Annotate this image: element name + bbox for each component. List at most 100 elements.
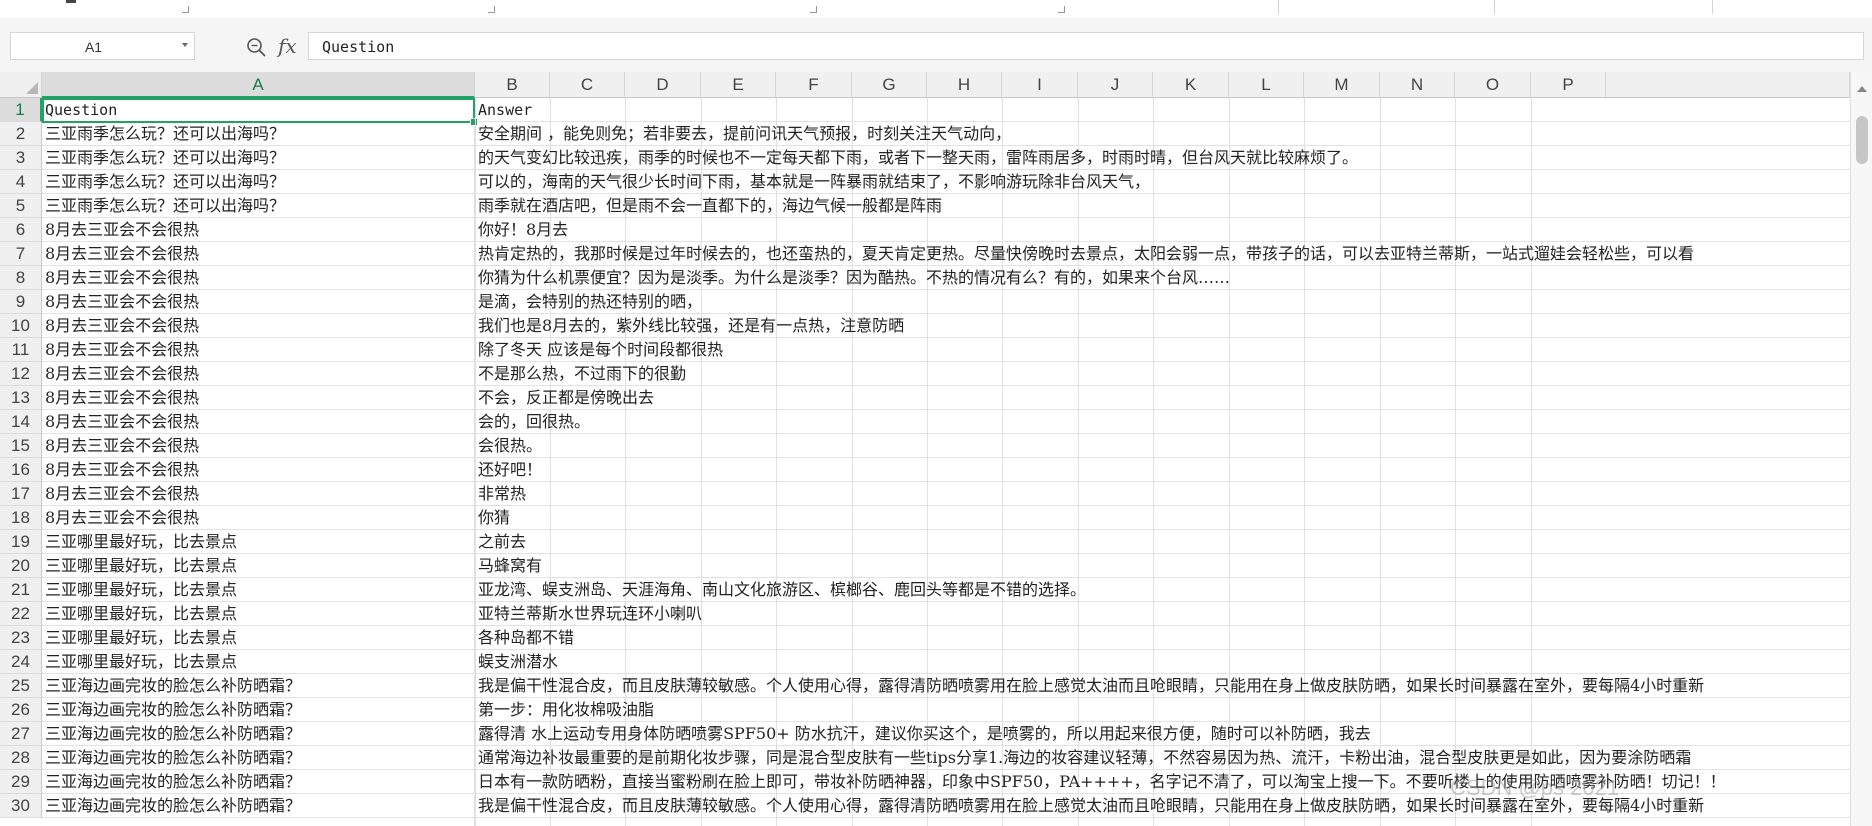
fx-icon[interactable]: fx	[278, 34, 297, 58]
cell-answer[interactable]: 的天气变幻比较迅疾，雨季的时候也不一定每天都下雨，或者下一整天雨，雷阵雨居多，时…	[475, 146, 1850, 170]
cell-question[interactable]: 三亚哪里最好玩，比去景点	[42, 530, 474, 554]
cell-answer[interactable]: 不是那么热，不过雨下的很勤	[475, 362, 1850, 386]
cell-answer[interactable]: 还好吧！	[475, 458, 1850, 482]
cell-answer[interactable]: 除了冬天 应该是每个时间段都很热	[475, 338, 1850, 362]
column-header-k[interactable]: K	[1153, 72, 1229, 98]
cell-question[interactable]: 8月去三亚会不会很热	[42, 362, 474, 386]
row-header[interactable]: 15	[0, 434, 42, 458]
cell-answer[interactable]: 你猜	[475, 506, 1850, 530]
cell-question[interactable]: 8月去三亚会不会很热	[42, 386, 474, 410]
row-header[interactable]: 1	[0, 98, 42, 122]
row-header[interactable]: 12	[0, 362, 42, 386]
row-header[interactable]: 7	[0, 242, 42, 266]
column-header-l[interactable]: L	[1229, 72, 1304, 98]
cell-answer[interactable]: 日本有一款防晒粉，直接当蜜粉刷在脸上即可，带妆补防晒神器，印象中SPF50，PA…	[475, 770, 1850, 794]
row-header[interactable]: 28	[0, 746, 42, 770]
cell-answer[interactable]: 是滴，会特别的热还特别的晒，	[475, 290, 1850, 314]
cell-question[interactable]: 三亚海边画完妆的脸怎么补防晒霜？	[42, 746, 474, 770]
row-header[interactable]: 14	[0, 410, 42, 434]
cell-answer[interactable]: 可以的，海南的天气很少长时间下雨，基本就是一阵暴雨就结束了，不影响游玩除非台风天…	[475, 170, 1850, 194]
formula-input[interactable]: Question	[308, 32, 1864, 60]
dialog-launcher-icon[interactable]	[182, 6, 189, 13]
cell-answer[interactable]: 第一步：用化妆棉吸油脂	[475, 698, 1850, 722]
row-header[interactable]: 25	[0, 674, 42, 698]
row-header[interactable]: 20	[0, 554, 42, 578]
cell-question[interactable]: 三亚哪里最好玩，比去景点	[42, 650, 474, 674]
cell-answer[interactable]: 亚龙湾、蜈支洲岛、天涯海角、南山文化旅游区、槟榔谷、鹿回头等都是不错的选择。	[475, 578, 1850, 602]
cell-question[interactable]: 8月去三亚会不会很热	[42, 434, 474, 458]
cell-answer[interactable]: 各种岛都不错	[475, 626, 1850, 650]
scroll-up-arrow-icon[interactable]	[1857, 86, 1867, 92]
cell-question[interactable]: 三亚雨季怎么玩？还可以出海吗？	[42, 122, 474, 146]
cell-question[interactable]: 8月去三亚会不会很热	[42, 218, 474, 242]
row-header[interactable]: 26	[0, 698, 42, 722]
cell-answer[interactable]: 你猜为什么机票便宜？因为是淡季。为什么是淡季？因为酷热。不热的情况有么？有的，如…	[475, 266, 1850, 290]
cell-answer[interactable]: 非常热	[475, 482, 1850, 506]
column-header-g[interactable]: G	[852, 72, 927, 98]
row-header[interactable]: 27	[0, 722, 42, 746]
dialog-launcher-icon[interactable]	[1058, 6, 1065, 13]
cell-answer[interactable]: 你好！8月去	[475, 218, 1850, 242]
cell-question[interactable]: 8月去三亚会不会很热	[42, 290, 474, 314]
cell-answer[interactable]: 露得清 水上运动专用身体防晒喷雾SPF50+ 防水抗汗，建议你买这个，是喷雾的，…	[475, 722, 1850, 746]
column-header-j[interactable]: J	[1078, 72, 1153, 98]
cell-question[interactable]: 三亚哪里最好玩，比去景点	[42, 602, 474, 626]
row-header[interactable]: 4	[0, 170, 42, 194]
cell-question[interactable]: 三亚雨季怎么玩？还可以出海吗？	[42, 146, 474, 170]
dialog-launcher-icon[interactable]	[810, 6, 817, 13]
row-header[interactable]: 19	[0, 530, 42, 554]
column-header-i[interactable]: I	[1002, 72, 1078, 98]
cell-question[interactable]: 8月去三亚会不会很热	[42, 266, 474, 290]
cell-answer[interactable]: 通常海边补妆最重要的是前期化妆步骤，同是混合型皮肤有一些tips分享1.海边的妆…	[475, 746, 1850, 770]
cell-question[interactable]: 三亚海边画完妆的脸怎么补防晒霜？	[42, 698, 474, 722]
row-header[interactable]: 3	[0, 146, 42, 170]
cell-answer[interactable]: 马蜂窝有	[475, 554, 1850, 578]
cell-answer[interactable]: 会很热。	[475, 434, 1850, 458]
cell-answer[interactable]: Answer	[475, 98, 1850, 122]
cell-question[interactable]: 三亚海边画完妆的脸怎么补防晒霜？	[42, 770, 474, 794]
name-box[interactable]: A1	[10, 32, 195, 60]
zoom-icon[interactable]	[246, 37, 266, 57]
select-all-corner[interactable]	[0, 72, 42, 98]
cell-question[interactable]: 三亚哪里最好玩，比去景点	[42, 578, 474, 602]
cell-question[interactable]: 三亚哪里最好玩，比去景点	[42, 554, 474, 578]
row-header[interactable]: 10	[0, 314, 42, 338]
cell-answer[interactable]: 我们也是8月去的，紫外线比较强，还是有一点热，注意防晒	[475, 314, 1850, 338]
row-header[interactable]: 9	[0, 290, 42, 314]
row-header[interactable]: 23	[0, 626, 42, 650]
column-header-e[interactable]: E	[701, 72, 776, 98]
cell-question[interactable]: 8月去三亚会不会很热	[42, 314, 474, 338]
cell-area[interactable]: Question Answer 三亚雨季怎么玩？还可以出海吗？ 安全期间 ，能免则免；…	[42, 98, 1850, 826]
cell-question[interactable]: 8月去三亚会不会很热	[42, 506, 474, 530]
scrollbar-thumb[interactable]	[1856, 116, 1868, 164]
dialog-launcher-icon[interactable]	[488, 6, 495, 13]
row-header[interactable]: 21	[0, 578, 42, 602]
column-header-o[interactable]: O	[1455, 72, 1531, 98]
row-header[interactable]: 22	[0, 602, 42, 626]
cell-question[interactable]: 三亚海边画完妆的脸怎么补防晒霜？	[42, 794, 474, 818]
row-header[interactable]: 30	[0, 794, 42, 818]
row-header[interactable]: 13	[0, 386, 42, 410]
chevron-down-icon[interactable]	[182, 43, 188, 47]
cell-question[interactable]: 三亚雨季怎么玩？还可以出海吗？	[42, 170, 474, 194]
cell-answer[interactable]: 会的，回很热。	[475, 410, 1850, 434]
cell-answer[interactable]: 亚特兰蒂斯水世界玩连环小喇叭	[475, 602, 1850, 626]
column-header-m[interactable]: M	[1304, 72, 1380, 98]
cell-question[interactable]: 8月去三亚会不会很热	[42, 410, 474, 434]
cell-question[interactable]: 8月去三亚会不会很热	[42, 458, 474, 482]
row-header[interactable]: 29	[0, 770, 42, 794]
column-header-c[interactable]: C	[550, 72, 625, 98]
cell-question[interactable]: 8月去三亚会不会很热	[42, 482, 474, 506]
column-header-f[interactable]: F	[776, 72, 852, 98]
cell-answer[interactable]: 蜈支洲潜水	[475, 650, 1850, 674]
cell-question[interactable]: 8月去三亚会不会很热	[42, 242, 474, 266]
cell-answer[interactable]: 之前去	[475, 530, 1850, 554]
column-header-p[interactable]: P	[1531, 72, 1606, 98]
row-header[interactable]: 5	[0, 194, 42, 218]
cell-answer[interactable]: 热肯定热的，我那时候是过年时候去的，也还蛮热的，夏天肯定更热。尽量快傍晚时去景点…	[475, 242, 1850, 266]
row-header[interactable]: 2	[0, 122, 42, 146]
column-header-d[interactable]: D	[625, 72, 701, 98]
cell-question[interactable]: 三亚哪里最好玩，比去景点	[42, 626, 474, 650]
cell-question[interactable]: 三亚雨季怎么玩？还可以出海吗？	[42, 194, 474, 218]
row-header[interactable]: 16	[0, 458, 42, 482]
